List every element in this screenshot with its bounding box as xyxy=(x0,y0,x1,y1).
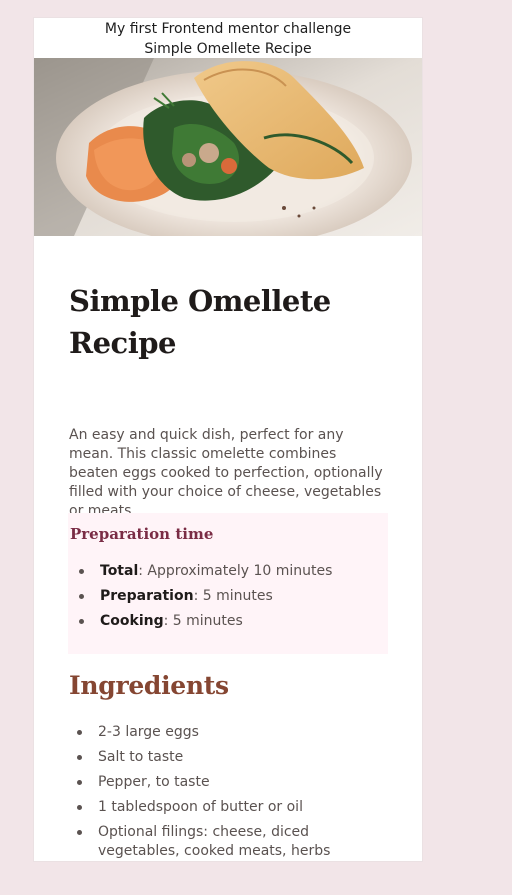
preparation-item-label: Total xyxy=(100,563,139,579)
challenge-header-line2: Simple Omellete Recipe xyxy=(144,41,312,57)
preparation-item-label: Cooking xyxy=(100,613,164,629)
preparation-item-cooking: Cooking: 5 minutes xyxy=(70,612,388,631)
recipe-content: Simple Omellete Recipe An easy and quick… xyxy=(68,280,389,859)
ingredients-list: 2-3 large eggs Salt to taste Pepper, to … xyxy=(68,723,390,867)
preparation-time-box: Preparation time Total: Approximately 10… xyxy=(68,513,388,654)
ingredient-item: 1 tabledspoon of butter or oil xyxy=(68,798,390,817)
preparation-list: Total: Approximately 10 minutes Preparat… xyxy=(70,562,388,631)
recipe-title-line2: Recipe xyxy=(69,326,176,360)
recipe-title: Simple Omellete Recipe xyxy=(69,280,389,364)
ingredients-heading: Ingredients xyxy=(69,671,229,700)
preparation-item-text: : 5 minutes xyxy=(193,588,273,604)
ingredient-item: Optional filings: cheese, diced vegetabl… xyxy=(68,823,390,861)
recipe-description: An easy and quick dish, perfect for any … xyxy=(69,427,383,519)
ingredient-item: 2-3 large eggs xyxy=(68,723,390,742)
challenge-header: My first Frontend mentor challenge Simpl… xyxy=(34,18,422,58)
preparation-item-preparation: Preparation: 5 minutes xyxy=(70,587,388,606)
preparation-item-text: : Approximately 10 minutes xyxy=(138,563,333,579)
omelette-image xyxy=(34,58,422,236)
preparation-item-text: : 5 minutes xyxy=(163,613,243,629)
ingredient-item: Salt to taste xyxy=(68,748,390,767)
recipe-title-line1: Simple Omellete xyxy=(69,284,331,318)
preparation-heading: Preparation time xyxy=(70,525,214,543)
challenge-header-line1: My first Frontend mentor challenge xyxy=(104,21,352,37)
preparation-item-total: Total: Approximately 10 minutes xyxy=(70,562,388,581)
ingredient-item: Pepper, to taste xyxy=(68,773,390,792)
recipe-card: My first Frontend mentor challenge Simpl… xyxy=(33,17,423,862)
preparation-item-label: Preparation xyxy=(100,588,194,604)
